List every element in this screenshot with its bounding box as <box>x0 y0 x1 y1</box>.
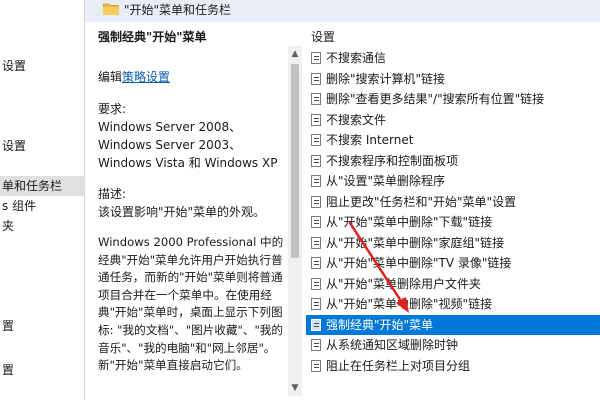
setting-label: 从系统通知区域删除时钟 <box>326 338 459 352</box>
policy-setting-icon <box>311 277 321 290</box>
setting-label: 从"开始"菜单中删除"TV 录像"链接 <box>326 256 512 270</box>
setting-row[interactable]: 从"开始"菜单中删除"下载"链接 <box>306 212 600 233</box>
setting-label: 不搜索文件 <box>326 112 387 127</box>
setting-label: 从"开始"菜单中删除"下载"链接 <box>326 215 493 229</box>
setting-row[interactable]: 不搜索 Internet <box>306 130 600 151</box>
edit-prefix: 编辑 <box>98 70 123 84</box>
description-pane: 强制经典"开始"菜单 编辑策略设置 要求: Windows Server 200… <box>85 22 288 400</box>
policy-setting-icon <box>311 154 321 167</box>
setting-row[interactable]: 从"开始"菜单中删除"家庭组"链接 <box>306 233 600 254</box>
setting-label: 阻止更改"任务栏和"开始"菜单"设置 <box>326 194 517 209</box>
scroll-down-arrow-icon[interactable]: ▼ <box>288 380 302 396</box>
setting-label: 删除"查看更多结果"/"搜索所有位置"链接 <box>326 92 545 106</box>
setting-label: 从"开始"菜单中删除"家庭组"链接 <box>326 235 505 250</box>
tree-item[interactable]: 设置 <box>0 56 26 76</box>
setting-label: 从"开始"菜单中删除"视频"链接 <box>326 297 493 311</box>
policy-setting-icon <box>311 318 321 331</box>
vertical-scrollbar[interactable]: ▲ ▼ <box>288 46 302 396</box>
description-label: 描述: <box>98 187 127 201</box>
setting-row[interactable]: 阻止更改"任务栏和"开始"菜单"设置 <box>306 192 600 213</box>
policy-setting-icon <box>311 195 321 208</box>
requirement-line: Windows Server 2008、 <box>98 120 242 134</box>
setting-label: 从"设置"菜单删除程序 <box>326 174 446 188</box>
setting-label: 强制经典"开始"菜单 <box>326 317 434 332</box>
tree-item-start-menu-taskbar[interactable]: 单和任务栏 <box>0 176 84 196</box>
description-text: 该设置影响"开始"菜单的外观。 <box>98 205 266 219</box>
setting-row[interactable]: 阻止在任务栏上对项目分组 <box>306 356 600 377</box>
description-body: Windows 2000 Professional 中的经典"开始"菜单允许用户… <box>98 235 284 373</box>
setting-row[interactable]: 删除"查看更多结果"/"搜索所有位置"链接 <box>306 89 600 110</box>
setting-label: 阻止在任务栏上对项目分组 <box>326 358 471 373</box>
edit-line: 编辑策略设置 <box>98 68 170 85</box>
setting-row[interactable]: 从"设置"菜单删除程序 <box>306 171 600 192</box>
scroll-thumb[interactable] <box>291 64 299 258</box>
requirements-label: 要求: <box>98 102 127 116</box>
setting-label: 不搜索 Internet <box>326 133 414 147</box>
policy-setting-icon <box>311 339 321 351</box>
policy-setting-icon <box>311 134 321 146</box>
tree-item[interactable]: 置 <box>0 316 14 336</box>
policy-setting-icon <box>311 175 321 187</box>
tree-item[interactable]: s 组件 <box>0 196 36 216</box>
folder-icon <box>103 3 119 15</box>
policy-setting-icon <box>311 52 321 64</box>
tree-item[interactable]: 夹 <box>0 216 14 236</box>
policy-setting-icon <box>311 93 321 105</box>
policy-setting-icon <box>311 113 321 126</box>
settings-column-header[interactable]: 设置 <box>311 28 335 45</box>
setting-row[interactable]: 从"开始"菜单中删除"TV 录像"链接 <box>306 253 600 274</box>
setting-row[interactable]: 不搜索程序和控制面板项 <box>306 151 600 172</box>
setting-row[interactable]: 不搜索通信 <box>306 48 600 69</box>
scroll-up-arrow-icon[interactable]: ▲ <box>288 46 302 62</box>
setting-row[interactable]: 不搜索文件 <box>306 110 600 131</box>
policy-setting-icon <box>311 72 321 85</box>
setting-row[interactable]: 删除"搜索计算机"链接 <box>306 69 600 90</box>
setting-row[interactable]: 强制经典"开始"菜单 <box>306 314 600 335</box>
policy-settings-link[interactable]: 策略设置 <box>122 70 170 84</box>
setting-label: 不搜索程序和控制面板项 <box>326 153 459 168</box>
policy-setting-icon <box>311 359 321 372</box>
tree-item[interactable]: 设置 <box>0 136 26 156</box>
setting-row[interactable]: 从"开始"菜单删除用户文件夹 <box>306 274 600 295</box>
setting-label: 从"开始"菜单删除用户文件夹 <box>326 276 482 291</box>
requirement-line: Windows Vista 和 Windows XP <box>98 156 278 170</box>
setting-row[interactable]: 从"开始"菜单中删除"视频"链接 <box>306 294 600 315</box>
policy-setting-icon <box>311 298 321 310</box>
policy-setting-icon <box>311 257 321 269</box>
setting-row[interactable]: 从系统通知区域删除时钟 <box>306 335 600 356</box>
tree-item[interactable]: 置 <box>0 360 14 380</box>
requirement-line: Windows Server 2003、 <box>98 138 242 152</box>
folder-title: "开始"菜单和任务栏 <box>124 3 232 17</box>
navigation-tree: 设置 设置 单和任务栏 s 组件 夹 置 置 <box>0 0 84 400</box>
policy-heading: 强制经典"开始"菜单 <box>98 30 207 44</box>
setting-label: 删除"搜索计算机"链接 <box>326 71 446 86</box>
policy-setting-icon <box>311 216 321 228</box>
policy-setting-icon <box>311 236 321 249</box>
settings-list: 不搜索通信删除"搜索计算机"链接删除"查看更多结果"/"搜索所有位置"链接 不搜索… <box>306 48 600 376</box>
setting-label: 不搜索通信 <box>326 51 387 65</box>
